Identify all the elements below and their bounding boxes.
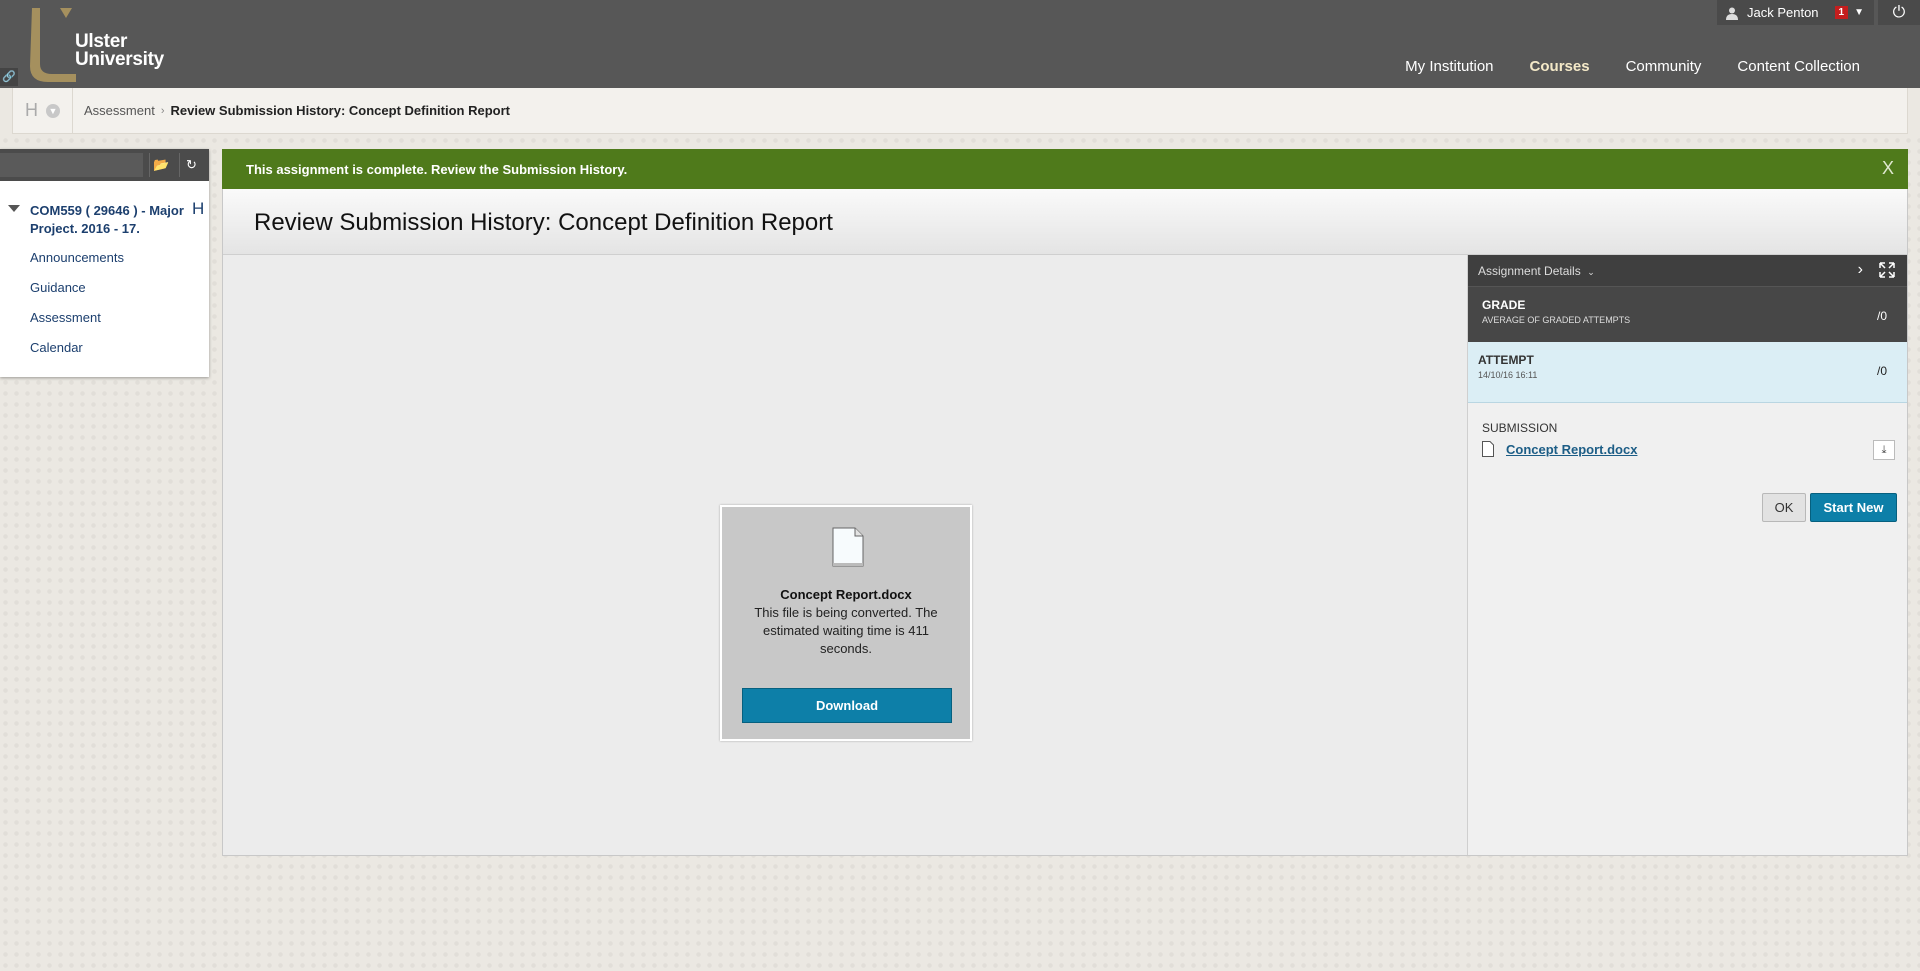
tab-content-collection[interactable]: Content Collection (1737, 58, 1860, 75)
submission-label: SUBMISSION (1482, 421, 1558, 435)
menu-item-calendar[interactable]: Calendar (30, 340, 83, 355)
menu-item-announcements[interactable]: Announcements (30, 250, 124, 265)
ok-button[interactable]: OK (1762, 493, 1806, 522)
university-logo-text: Ulster University (75, 31, 164, 70)
refresh-icon[interactable]: ↻ (179, 153, 203, 177)
folder-view-icon[interactable]: 📂 (149, 153, 173, 177)
breadcrumb-assessment[interactable]: Assessment (84, 103, 155, 118)
menu-item-assessment[interactable]: Assessment (30, 310, 101, 325)
grade-row: GRADE AVERAGE OF GRADED ATTEMPTS /0 (1468, 286, 1907, 342)
global-header: Ulster University 🔗 My Institution Cours… (0, 0, 1920, 95)
attempt-row[interactable]: ATTEMPT 14/10/16 16:11 /0 (1468, 342, 1907, 403)
attempt-value: /0 (1876, 364, 1887, 378)
course-menu-toggle[interactable]: H ▼ (13, 88, 73, 133)
document-icon (1482, 441, 1494, 457)
course-title[interactable]: COM559 ( 29646 ) - Major Project. 2016 -… (30, 202, 192, 238)
page-title-bar: Review Submission History: Concept Defin… (223, 189, 1907, 255)
course-marker: H (192, 199, 205, 218)
breadcrumb-current: Review Submission History: Concept Defin… (170, 103, 510, 118)
user-menu[interactable]: Jack Penton 1 ▼ (1716, 0, 1874, 25)
user-name[interactable]: Jack Penton (1747, 5, 1819, 20)
chevron-down-icon[interactable]: ▼ (1854, 7, 1864, 18)
chevron-down-icon[interactable]: ▼ (46, 103, 60, 118)
attempt-label: ATTEMPT (1478, 353, 1534, 367)
assignment-details-panel: Assignment Details ⌄ › GRADE AVERAGE OF … (1467, 255, 1907, 855)
collapse-triangle-icon[interactable] (8, 205, 20, 218)
link-icon[interactable]: 🔗 (0, 68, 18, 86)
grade-label: GRADE (1482, 298, 1526, 312)
file-conversion-card: Concept Report.docx This file is being c… (720, 505, 972, 741)
success-alert: This assignment is complete. Review the … (222, 149, 1908, 189)
chevron-down-icon[interactable]: ⌄ (1585, 267, 1595, 277)
conversion-message: This file is being converted. The estima… (754, 605, 938, 656)
assignment-details-toggle[interactable]: Assignment Details ⌄ (1478, 264, 1595, 278)
submission-file-link[interactable]: Concept Report.docx (1506, 442, 1637, 457)
course-menu-toolbar: 📂 ↻ (0, 149, 209, 181)
menu-item-guidance[interactable]: Guidance (30, 280, 86, 295)
alert-message: This assignment is complete. Review the … (246, 162, 628, 177)
university-logo-icon[interactable] (26, 6, 80, 82)
breadcrumb-separator: › (160, 104, 165, 117)
menu-letter[interactable]: H (25, 100, 38, 121)
tab-my-institution[interactable]: My Institution (1405, 58, 1493, 75)
tab-courses[interactable]: Courses (1530, 58, 1590, 95)
page-title: Review Submission History: Concept Defin… (254, 209, 833, 236)
chevron-right-icon[interactable]: › (1858, 261, 1863, 279)
top-navigation: My Institution Courses Community Content… (1405, 58, 1860, 95)
document-icon (832, 527, 864, 567)
power-icon[interactable]: ⏻ (1878, 0, 1920, 25)
file-name: Concept Report.docx (780, 587, 912, 602)
content-panel: Review Submission History: Concept Defin… (222, 189, 1908, 856)
breadcrumb: Assessment › Review Submission History: … (84, 103, 510, 118)
download-button[interactable]: Download (742, 688, 952, 723)
breadcrumb-bar: H ▼ Assessment › Review Submission Histo… (12, 88, 1908, 134)
attempt-date: 14/10/16 16:11 (1478, 370, 1538, 380)
grade-value: /0 (1876, 309, 1887, 323)
course-menu-search[interactable] (0, 153, 143, 177)
start-new-button[interactable]: Start New (1810, 493, 1897, 522)
user-icon (1725, 7, 1738, 20)
tab-community[interactable]: Community (1626, 58, 1702, 75)
course-menu: 📂 ↻ COM559 ( 29646 ) - Major Project. 20… (0, 149, 209, 377)
notification-badge[interactable]: 1 (1834, 6, 1849, 19)
expand-icon[interactable] (1879, 262, 1895, 278)
grade-sublabel: AVERAGE OF GRADED ATTEMPTS (1482, 315, 1631, 325)
assignment-details-header: Assignment Details ⌄ › (1468, 255, 1907, 286)
download-icon[interactable]: ⤓ (1873, 440, 1895, 460)
close-alert-button[interactable]: X (1882, 158, 1894, 179)
document-viewer: Concept Report.docx This file is being c… (223, 255, 1467, 855)
